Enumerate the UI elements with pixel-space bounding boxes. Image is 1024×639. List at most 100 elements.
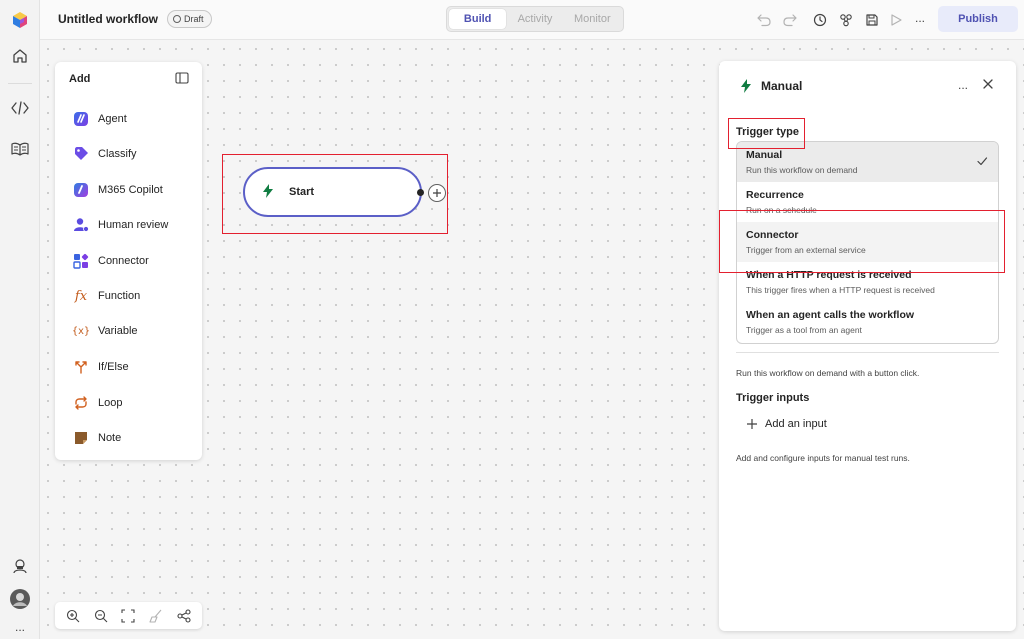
trigger-option-connector[interactable]: Connector Trigger from an external servi…: [737, 222, 998, 262]
draft-circle-icon: [173, 15, 181, 23]
add-input-label: Add an input: [765, 418, 827, 430]
fit-view-icon[interactable]: [120, 608, 136, 624]
add-item-note[interactable]: Note: [63, 424, 194, 452]
option-description: This trigger fires when a HTTP request i…: [746, 285, 935, 295]
start-node[interactable]: Start: [243, 167, 422, 217]
output-port[interactable]: [417, 189, 424, 196]
checkmark-icon: [977, 157, 988, 166]
connections-icon[interactable]: [836, 10, 856, 30]
tab-build[interactable]: Build: [449, 9, 507, 29]
avatar[interactable]: [5, 584, 35, 614]
connector-icon: [73, 253, 89, 269]
rail-divider: [8, 83, 32, 84]
left-rail: ...: [0, 0, 40, 639]
option-title: Manual: [746, 149, 783, 161]
option-description: Trigger from an external service: [746, 245, 866, 255]
more-icon[interactable]: ...: [5, 612, 35, 639]
option-title: When an agent calls the workflow: [746, 309, 915, 321]
trigger-option-http-request[interactable]: When a HTTP request is received This tri…: [737, 262, 998, 302]
support-icon[interactable]: [5, 551, 35, 581]
option-description: Run on a schedule: [746, 205, 817, 215]
add-item-connector[interactable]: Connector: [63, 247, 194, 275]
plus-icon: [747, 419, 757, 429]
more-options-icon[interactable]: ...: [910, 8, 930, 28]
layout-icon[interactable]: [176, 608, 192, 624]
tab-monitor[interactable]: Monitor: [564, 9, 621, 29]
lightning-icon: [739, 78, 755, 94]
add-item-label: Classify: [98, 148, 137, 160]
classify-icon: [73, 146, 89, 162]
run-icon[interactable]: [886, 10, 906, 30]
zoom-in-icon[interactable]: [65, 608, 81, 624]
more-options-icon[interactable]: ...: [955, 77, 971, 93]
workflow-title[interactable]: Untitled workflow: [58, 12, 158, 26]
add-panel-title: Add: [69, 73, 91, 85]
history-icon[interactable]: [810, 10, 830, 30]
top-bar: Untitled workflow Draft Build Activity M…: [40, 0, 1024, 40]
status-badge-label: Draft: [184, 14, 204, 24]
copilot-icon: [73, 182, 89, 198]
add-item-label: Agent: [98, 113, 127, 125]
clean-up-icon[interactable]: [148, 608, 164, 624]
trigger-type-list: Manual Run this workflow on demand Recur…: [736, 141, 999, 344]
library-icon[interactable]: [5, 134, 35, 164]
variable-icon: {x}: [71, 325, 91, 337]
trigger-option-manual[interactable]: Manual Run this workflow on demand: [737, 142, 998, 182]
option-description: Trigger as a tool from an agent: [746, 325, 862, 335]
save-icon[interactable]: [862, 10, 882, 30]
trigger-inputs-label: Trigger inputs: [736, 392, 810, 404]
zoom-out-icon[interactable]: [93, 608, 109, 624]
add-item-variable[interactable]: {x} Variable: [63, 317, 194, 345]
plus-icon: [433, 189, 441, 197]
trigger-description: Run this workflow on demand with a butto…: [736, 368, 920, 378]
panel-collapse-icon[interactable]: [175, 72, 191, 86]
add-item-label: Note: [98, 432, 122, 444]
add-item-function[interactable]: fx Function: [63, 282, 194, 310]
properties-panel: Manual ... Trigger type Manual Run this …: [719, 61, 1016, 631]
panel-title: Manual: [761, 79, 803, 93]
trigger-type-label: Trigger type: [736, 126, 799, 138]
inputs-help-text: Add and configure inputs for manual test…: [736, 453, 910, 463]
option-description: Run this workflow on demand: [746, 165, 858, 175]
add-panel: Add Agent Classify M365 Copilot Human re…: [55, 62, 202, 460]
add-item-label: Function: [98, 290, 141, 302]
loop-icon: [73, 395, 89, 411]
zoom-toolbar: [55, 602, 202, 629]
option-title: Connector: [746, 229, 799, 241]
close-icon[interactable]: [981, 77, 997, 93]
add-item-label: Loop: [98, 397, 123, 409]
trigger-option-agent-call[interactable]: When an agent calls the workflow Trigger…: [737, 302, 998, 342]
view-tabs: Build Activity Monitor: [446, 6, 624, 32]
divider: [736, 352, 999, 353]
code-icon[interactable]: [5, 93, 35, 123]
start-node-label: Start: [289, 186, 315, 198]
undo-icon[interactable]: [754, 10, 774, 30]
option-title: When a HTTP request is received: [746, 269, 912, 281]
trigger-option-recurrence[interactable]: Recurrence Run on a schedule: [737, 182, 998, 222]
note-icon: [73, 430, 89, 446]
app-logo-icon[interactable]: [5, 5, 35, 35]
redo-icon[interactable]: [780, 10, 800, 30]
add-item-label: If/Else: [98, 361, 129, 373]
human-review-icon: [73, 217, 89, 233]
add-input-button[interactable]: Add an input: [746, 418, 827, 430]
add-item-if-else[interactable]: If/Else: [63, 353, 194, 381]
agent-icon: [73, 111, 89, 127]
if-else-icon: [73, 359, 89, 375]
tab-activity[interactable]: Activity: [506, 9, 563, 29]
function-icon: fx: [74, 288, 88, 304]
add-item-agent[interactable]: Agent: [63, 105, 194, 133]
add-item-loop[interactable]: Loop: [63, 389, 194, 417]
add-item-label: Human review: [98, 219, 169, 231]
add-item-m365-copilot[interactable]: M365 Copilot: [63, 176, 194, 204]
add-item-classify[interactable]: Classify: [63, 140, 194, 168]
publish-button[interactable]: Publish: [938, 6, 1018, 32]
lightning-icon: [261, 183, 275, 202]
status-badge: Draft: [167, 10, 212, 28]
add-item-label: Variable: [98, 325, 138, 337]
home-icon[interactable]: [5, 41, 35, 71]
add-item-human-review[interactable]: Human review: [63, 211, 194, 239]
option-title: Recurrence: [746, 189, 804, 201]
add-step-button[interactable]: [428, 184, 446, 202]
add-item-label: Connector: [98, 255, 149, 267]
